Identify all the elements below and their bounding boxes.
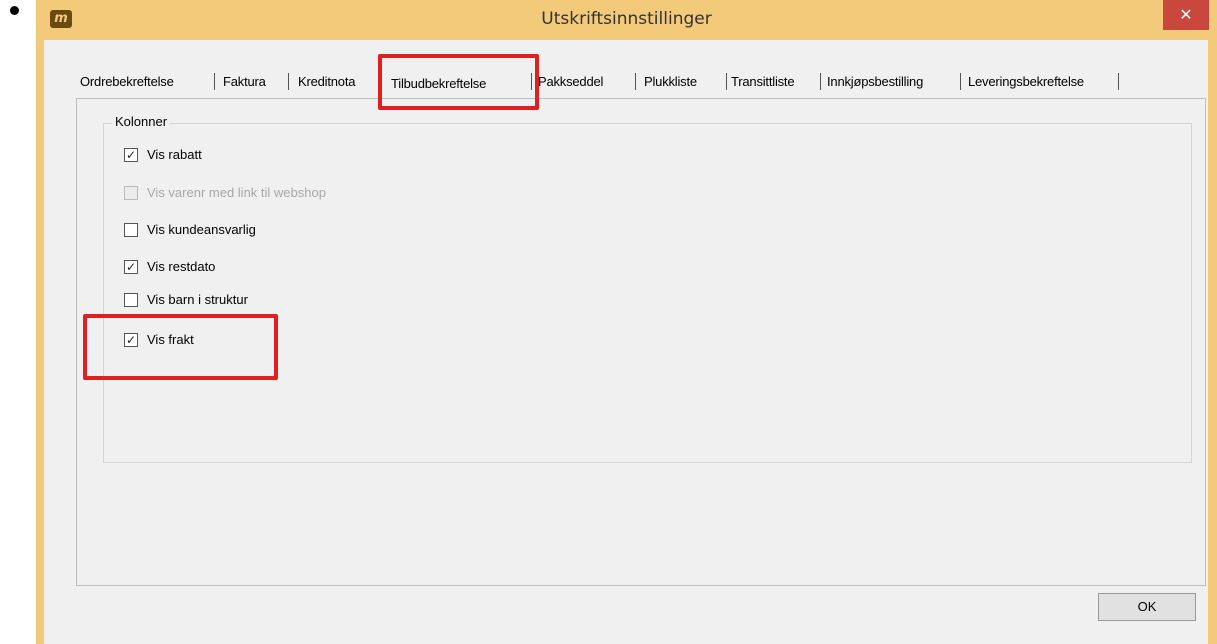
- tab-leveringsbekreftelse[interactable]: Leveringsbekreftelse: [968, 74, 1084, 89]
- active-tab-highlight: [378, 54, 539, 110]
- tab-separator: [288, 73, 289, 90]
- vis-frakt-highlight: [83, 314, 278, 380]
- tab-separator: [1118, 73, 1119, 90]
- tab-separator: [960, 73, 961, 90]
- checkbox-label: Vis rabatt: [147, 147, 202, 162]
- checkbox-unchecked-icon: [124, 186, 138, 200]
- tab-ordrebekreftelse[interactable]: Ordrebekreftelse: [80, 74, 174, 89]
- checkbox-label: Vis varenr med link til webshop: [147, 185, 326, 200]
- close-button[interactable]: ✕: [1163, 0, 1209, 30]
- tab-separator: [820, 73, 821, 90]
- tab-transittliste[interactable]: Transittliste: [731, 74, 795, 89]
- columns-group: [103, 123, 1192, 463]
- tab-separator: [214, 73, 215, 90]
- tab-separator: [635, 73, 636, 90]
- checkbox-unchecked-icon[interactable]: [124, 223, 138, 237]
- close-icon: ✕: [1179, 5, 1193, 24]
- checkbox-unchecked-icon[interactable]: [124, 293, 138, 307]
- tab-plukkliste[interactable]: Plukkliste: [644, 74, 697, 89]
- checkbox-label: Vis kundeansvarlig: [147, 222, 256, 237]
- checkbox-checked-icon[interactable]: ✓: [124, 260, 138, 274]
- ok-button[interactable]: OK: [1098, 593, 1196, 621]
- tab-innkjopsbestilling[interactable]: Innkjøpsbestilling: [827, 74, 923, 89]
- title-bar[interactable]: m Utskriftsinnstillinger ✕: [36, 0, 1217, 40]
- checkbox-label: Vis restdato: [147, 259, 216, 274]
- columns-group-label: Kolonner: [112, 114, 171, 129]
- tab-kreditnota[interactable]: Kreditnota: [298, 74, 355, 89]
- dialog-title: Utskriftsinnstillinger: [541, 9, 712, 29]
- checkbox-checked-icon[interactable]: ✓: [124, 148, 138, 162]
- list-bullet: [10, 6, 19, 15]
- print-settings-dialog: m Utskriftsinnstillinger ✕ Ordrebekrefte…: [36, 0, 1217, 644]
- tab-pakkseddel[interactable]: Pakkseddel: [538, 74, 603, 89]
- dialog-client-area: Ordrebekreftelse Faktura Kreditnota Tilb…: [44, 40, 1208, 644]
- tab-separator: [726, 73, 727, 90]
- tab-strip: Ordrebekreftelse Faktura Kreditnota Tilb…: [80, 66, 1180, 100]
- checkbox-label: Vis barn i struktur: [147, 292, 248, 307]
- tab-faktura[interactable]: Faktura: [223, 74, 266, 89]
